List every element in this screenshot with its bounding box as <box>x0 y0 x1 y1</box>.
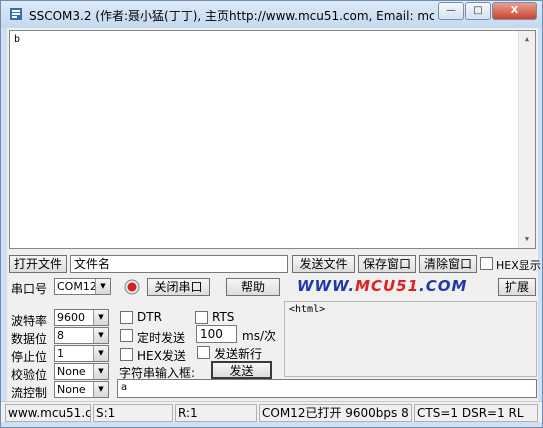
baud-value: 9600 <box>57 311 85 324</box>
client-area: b ▲ ▼ 打开文件 文件名 发送文件 保存窗口 清除窗口 HEX显示 串口号 … <box>7 28 541 422</box>
title-bar: SSCOM3.2 (作者:聂小猛(丁丁), 主页http://www.mcu51… <box>1 1 542 28</box>
window-title: SSCOM3.2 (作者:聂小猛(丁丁), 主页http://www.mcu51… <box>29 9 434 23</box>
status-received-count: R:1 <box>175 404 257 422</box>
status-website: www.mcu51.cor <box>5 404 91 422</box>
scroll-down-icon[interactable]: ▼ <box>519 231 535 248</box>
stopbits-label: 停止位 <box>11 350 48 364</box>
status-port-info: COM12已打开 9600bps 8 <box>259 404 412 422</box>
port-value: COM12 <box>57 280 97 293</box>
clear-window-button[interactable]: 清除窗口 <box>419 255 477 273</box>
flow-select[interactable]: None ▼ <box>54 381 109 398</box>
send-button[interactable]: 发送 <box>211 361 272 379</box>
flow-label: 流控制 <box>11 386 48 400</box>
port-label: 串口号 <box>11 282 48 296</box>
chevron-down-icon[interactable]: ▼ <box>93 328 108 343</box>
port-status-led-icon <box>124 279 140 295</box>
databits-label: 数据位 <box>11 332 48 346</box>
hex-display-label: HEX显示 <box>496 259 541 272</box>
chevron-down-icon[interactable]: ▼ <box>95 279 110 294</box>
scroll-up-icon[interactable]: ▲ <box>519 31 535 48</box>
status-sent-count: S:1 <box>93 404 173 422</box>
rts-checkbox[interactable] <box>195 311 208 324</box>
flow-value: None <box>57 383 86 396</box>
minimize-button[interactable]: — <box>438 2 464 20</box>
help-button[interactable]: 帮助 <box>226 278 280 296</box>
chevron-down-icon[interactable]: ▼ <box>93 364 108 379</box>
filename-field[interactable]: 文件名 <box>70 255 288 273</box>
website-logo: WWW.MCU51.COM <box>297 277 467 295</box>
interval-input[interactable]: 100 <box>196 325 237 343</box>
app-window: SSCOM3.2 (作者:聂小猛(丁丁), 主页http://www.mcu51… <box>0 0 543 428</box>
logo-part-www: WWW. <box>297 277 356 295</box>
stopbits-select[interactable]: 1 ▼ <box>54 345 109 362</box>
port-select[interactable]: COM12 ▼ <box>54 278 111 295</box>
send-newline-checkbox[interactable] <box>197 346 210 359</box>
send-input[interactable]: a <box>117 379 537 398</box>
send-file-button[interactable]: 发送文件 <box>292 255 355 273</box>
hex-display-checkbox[interactable] <box>480 257 493 270</box>
parity-label: 校验位 <box>11 368 48 382</box>
chevron-down-icon[interactable]: ▼ <box>93 310 108 325</box>
open-file-button[interactable]: 打开文件 <box>9 255 67 273</box>
hex-send-label: HEX发送 <box>137 349 186 363</box>
save-window-button[interactable]: 保存窗口 <box>358 255 416 273</box>
chevron-down-icon[interactable]: ▼ <box>93 382 108 397</box>
app-icon <box>10 8 22 20</box>
databits-select[interactable]: 8 ▼ <box>54 327 109 344</box>
logo-part-com: .COM <box>419 277 468 295</box>
hex-send-checkbox[interactable] <box>120 348 133 361</box>
maximize-button[interactable]: □ <box>465 2 491 20</box>
receive-textarea[interactable]: b ▲ ▼ <box>9 30 536 249</box>
logo-part-mcu51: MCU51 <box>355 277 420 295</box>
send-preview-area[interactable]: <html> <box>284 301 537 377</box>
close-button[interactable]: X <box>492 2 537 20</box>
rts-label: RTS <box>212 310 235 324</box>
receive-content: b <box>14 34 21 45</box>
dtr-label: DTR <box>137 310 162 324</box>
receive-scrollbar[interactable]: ▲ ▼ <box>518 31 535 248</box>
parity-select[interactable]: None ▼ <box>54 363 109 380</box>
baud-select[interactable]: 9600 ▼ <box>54 309 109 326</box>
databits-value: 8 <box>57 329 64 342</box>
send-preview-text: <html> <box>289 304 326 315</box>
send-newline-label: 发送新行 <box>214 347 263 361</box>
close-port-button[interactable]: 关闭串口 <box>147 278 210 296</box>
parity-value: None <box>57 365 86 378</box>
stopbits-value: 1 <box>57 347 64 360</box>
timed-send-checkbox[interactable] <box>120 329 133 342</box>
interval-unit: ms/次 <box>242 329 276 343</box>
dtr-checkbox[interactable] <box>120 311 133 324</box>
status-line-signals: CTS=1 DSR=1 RL <box>414 404 538 422</box>
timed-send-label: 定时发送 <box>137 331 186 345</box>
expand-button[interactable]: 扩展 <box>498 278 536 296</box>
chevron-down-icon[interactable]: ▼ <box>93 346 108 361</box>
baud-label: 波特率 <box>11 314 48 328</box>
status-bar: www.mcu51.cor S:1 R:1 COM12已打开 9600bps 8… <box>1 401 542 422</box>
